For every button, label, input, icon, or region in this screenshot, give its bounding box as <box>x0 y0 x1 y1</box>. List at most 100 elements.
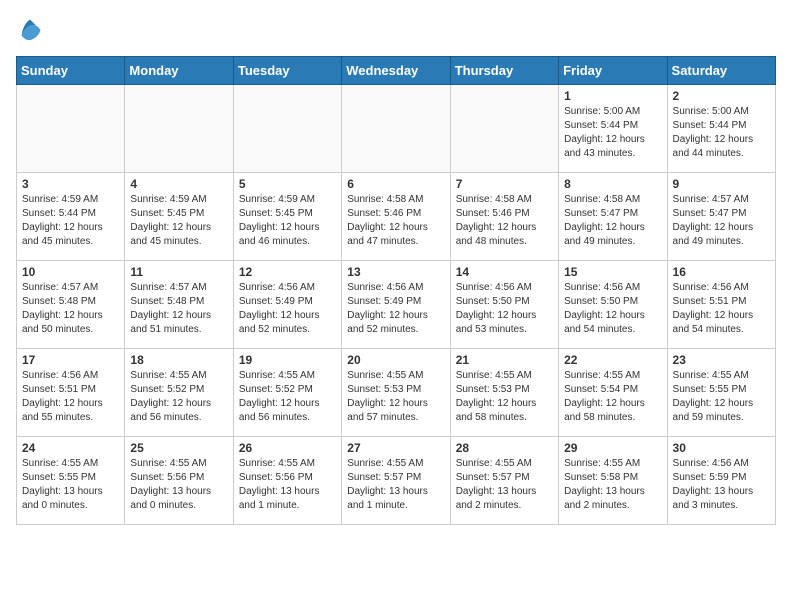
calendar-cell: 14 Sunrise: 4:56 AM Sunset: 5:50 PM Dayli… <box>450 261 558 349</box>
day-number: 19 <box>239 353 336 367</box>
day-info: Sunrise: 4:57 AM Sunset: 5:48 PM Dayligh… <box>130 281 227 337</box>
day-number: 6 <box>347 177 444 191</box>
calendar-week-0: 1 Sunrise: 5:00 AM Sunset: 5:44 PM Daylig… <box>17 85 776 173</box>
day-number: 22 <box>564 353 661 367</box>
weekday-header-saturday: Saturday <box>667 57 775 85</box>
day-info: Sunrise: 4:59 AM Sunset: 5:44 PM Dayligh… <box>22 193 119 249</box>
calendar-cell: 18 Sunrise: 4:55 AM Sunset: 5:52 PM Dayli… <box>125 349 233 437</box>
day-info: Sunrise: 4:56 AM Sunset: 5:51 PM Dayligh… <box>22 369 119 425</box>
day-info: Sunrise: 4:55 AM Sunset: 5:53 PM Dayligh… <box>456 369 553 425</box>
day-info: Sunrise: 4:58 AM Sunset: 5:46 PM Dayligh… <box>456 193 553 249</box>
day-number: 21 <box>456 353 553 367</box>
day-info: Sunrise: 4:55 AM Sunset: 5:52 PM Dayligh… <box>130 369 227 425</box>
weekday-header-tuesday: Tuesday <box>233 57 341 85</box>
calendar-cell: 5 Sunrise: 4:59 AM Sunset: 5:45 PM Daylig… <box>233 173 341 261</box>
day-number: 1 <box>564 89 661 103</box>
calendar-cell: 26Sunrise: 4:55 AM Sunset: 5:56 PM Dayli… <box>233 437 341 525</box>
day-number: 5 <box>239 177 336 191</box>
day-info: Sunrise: 4:56 AM Sunset: 5:49 PM Dayligh… <box>239 281 336 337</box>
calendar-week-3: 17 Sunrise: 4:56 AM Sunset: 5:51 PM Dayli… <box>17 349 776 437</box>
day-info: Sunrise: 4:55 AM Sunset: 5:54 PM Dayligh… <box>564 369 661 425</box>
day-number: 9 <box>673 177 770 191</box>
calendar-cell: 27 Sunrise: 4:55 AM Sunset: 5:57 PM Dayli… <box>342 437 450 525</box>
calendar-cell: 10Sunrise: 4:57 AM Sunset: 5:48 PM Dayli… <box>17 261 125 349</box>
calendar-cell: 1 Sunrise: 5:00 AM Sunset: 5:44 PM Daylig… <box>559 85 667 173</box>
calendar-cell: 6 Sunrise: 4:58 AM Sunset: 5:46 PM Daylig… <box>342 173 450 261</box>
day-number: 11 <box>130 265 227 279</box>
day-info: Sunrise: 4:55 AM Sunset: 5:58 PM Dayligh… <box>564 457 661 513</box>
day-number: 23 <box>673 353 770 367</box>
calendar-cell: 20 Sunrise: 4:55 AM Sunset: 5:53 PM Dayli… <box>342 349 450 437</box>
day-number: 16 <box>673 265 770 279</box>
calendar-cell: 16 Sunrise: 4:56 AM Sunset: 5:51 PM Dayli… <box>667 261 775 349</box>
calendar-cell: 22 Sunrise: 4:55 AM Sunset: 5:54 PM Dayli… <box>559 349 667 437</box>
weekday-header-wednesday: Wednesday <box>342 57 450 85</box>
day-info: Sunrise: 4:59 AM Sunset: 5:45 PM Dayligh… <box>130 193 227 249</box>
day-number: 12 <box>239 265 336 279</box>
calendar-header-row: SundayMondayTuesdayWednesdayThursdayFrid… <box>17 57 776 85</box>
day-info: Sunrise: 4:58 AM Sunset: 5:47 PM Dayligh… <box>564 193 661 249</box>
day-number: 27 <box>347 441 444 455</box>
day-number: 17 <box>22 353 119 367</box>
day-info: Sunrise: 5:00 AM Sunset: 5:44 PM Dayligh… <box>673 105 770 161</box>
day-info: Sunrise: 4:56 AM Sunset: 5:51 PM Dayligh… <box>673 281 770 337</box>
day-info: Sunrise: 4:55 AM Sunset: 5:55 PM Dayligh… <box>22 457 119 513</box>
day-info: Sunrise: 4:57 AM Sunset: 5:48 PM Dayligh… <box>22 281 119 337</box>
calendar-cell: 21 Sunrise: 4:55 AM Sunset: 5:53 PM Dayli… <box>450 349 558 437</box>
day-info: Sunrise: 4:55 AM Sunset: 5:57 PM Dayligh… <box>347 457 444 513</box>
calendar-cell: 12 Sunrise: 4:56 AM Sunset: 5:49 PM Dayli… <box>233 261 341 349</box>
day-info: Sunrise: 4:56 AM Sunset: 5:50 PM Dayligh… <box>564 281 661 337</box>
day-number: 29 <box>564 441 661 455</box>
day-number: 7 <box>456 177 553 191</box>
day-info: Sunrise: 4:56 AM Sunset: 5:59 PM Dayligh… <box>673 457 770 513</box>
day-info: Sunrise: 4:59 AM Sunset: 5:45 PM Dayligh… <box>239 193 336 249</box>
day-info: Sunrise: 4:55 AM Sunset: 5:56 PM Dayligh… <box>130 457 227 513</box>
day-number: 20 <box>347 353 444 367</box>
calendar-cell <box>233 85 341 173</box>
calendar-cell: 3 Sunrise: 4:59 AM Sunset: 5:44 PM Daylig… <box>17 173 125 261</box>
calendar-cell: 13Sunrise: 4:56 AM Sunset: 5:49 PM Dayli… <box>342 261 450 349</box>
weekday-header-monday: Monday <box>125 57 233 85</box>
day-info: Sunrise: 4:55 AM Sunset: 5:55 PM Dayligh… <box>673 369 770 425</box>
day-number: 4 <box>130 177 227 191</box>
day-number: 2 <box>673 89 770 103</box>
calendar-cell: 2 Sunrise: 5:00 AM Sunset: 5:44 PM Daylig… <box>667 85 775 173</box>
day-info: Sunrise: 4:55 AM Sunset: 5:53 PM Dayligh… <box>347 369 444 425</box>
calendar-cell: 9 Sunrise: 4:57 AM Sunset: 5:47 PM Daylig… <box>667 173 775 261</box>
calendar-cell: 4 Sunrise: 4:59 AM Sunset: 5:45 PM Daylig… <box>125 173 233 261</box>
day-info: Sunrise: 4:56 AM Sunset: 5:50 PM Dayligh… <box>456 281 553 337</box>
calendar-table: SundayMondayTuesdayWednesdayThursdayFrid… <box>16 56 776 525</box>
day-number: 18 <box>130 353 227 367</box>
calendar-week-4: 24Sunrise: 4:55 AM Sunset: 5:55 PM Dayli… <box>17 437 776 525</box>
calendar-cell: 7 Sunrise: 4:58 AM Sunset: 5:46 PM Daylig… <box>450 173 558 261</box>
weekday-header-sunday: Sunday <box>17 57 125 85</box>
calendar-cell <box>125 85 233 173</box>
calendar-cell: 8 Sunrise: 4:58 AM Sunset: 5:47 PM Daylig… <box>559 173 667 261</box>
page-header <box>16 16 776 44</box>
calendar-cell: 23 Sunrise: 4:55 AM Sunset: 5:55 PM Dayli… <box>667 349 775 437</box>
calendar-cell <box>342 85 450 173</box>
day-info: Sunrise: 4:56 AM Sunset: 5:49 PM Dayligh… <box>347 281 444 337</box>
day-info: Sunrise: 4:57 AM Sunset: 5:47 PM Dayligh… <box>673 193 770 249</box>
calendar-week-1: 3 Sunrise: 4:59 AM Sunset: 5:44 PM Daylig… <box>17 173 776 261</box>
calendar-cell: 25 Sunrise: 4:55 AM Sunset: 5:56 PM Dayli… <box>125 437 233 525</box>
day-info: Sunrise: 4:55 AM Sunset: 5:52 PM Dayligh… <box>239 369 336 425</box>
weekday-header-thursday: Thursday <box>450 57 558 85</box>
calendar-cell: 15Sunrise: 4:56 AM Sunset: 5:50 PM Dayli… <box>559 261 667 349</box>
day-number: 25 <box>130 441 227 455</box>
day-info: Sunrise: 4:55 AM Sunset: 5:56 PM Dayligh… <box>239 457 336 513</box>
day-number: 14 <box>456 265 553 279</box>
calendar-cell: 17 Sunrise: 4:56 AM Sunset: 5:51 PM Dayli… <box>17 349 125 437</box>
day-number: 28 <box>456 441 553 455</box>
day-info: Sunrise: 5:00 AM Sunset: 5:44 PM Dayligh… <box>564 105 661 161</box>
calendar-cell: 24Sunrise: 4:55 AM Sunset: 5:55 PM Dayli… <box>17 437 125 525</box>
calendar-cell: 11 Sunrise: 4:57 AM Sunset: 5:48 PM Dayli… <box>125 261 233 349</box>
day-info: Sunrise: 4:58 AM Sunset: 5:46 PM Dayligh… <box>347 193 444 249</box>
day-number: 3 <box>22 177 119 191</box>
logo <box>16 16 48 44</box>
day-number: 8 <box>564 177 661 191</box>
weekday-header-friday: Friday <box>559 57 667 85</box>
logo-icon <box>16 16 44 44</box>
calendar-cell: 19 Sunrise: 4:55 AM Sunset: 5:52 PM Dayli… <box>233 349 341 437</box>
day-number: 30 <box>673 441 770 455</box>
